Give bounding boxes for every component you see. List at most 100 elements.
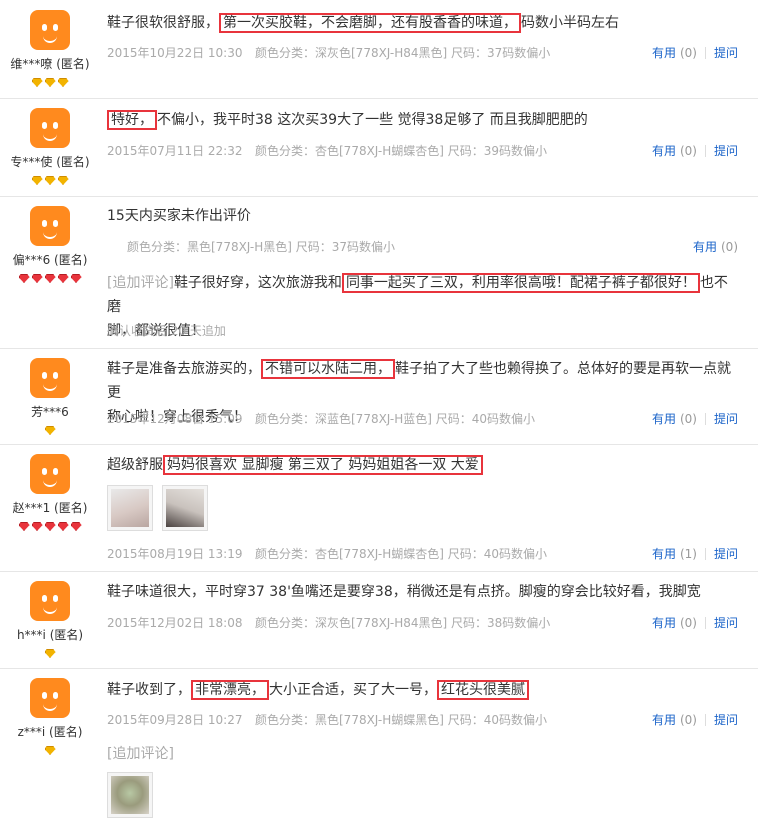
user-info: 专***使 (匿名)	[0, 108, 100, 185]
review-text: 超级舒服 妈妈很喜欢 显脚瘦 第三双了 妈妈姐姐各一双 大爱	[107, 453, 738, 477]
highlight-box: 不错可以水陆二用，	[261, 359, 395, 379]
helpful-button[interactable]: 有用	[652, 412, 676, 426]
red-diamond-icon	[31, 274, 43, 283]
helpful-count: (0)	[679, 46, 697, 60]
sku-info: 颜色分类：深蓝色[778XJ-H蓝色] 尺码：40码数偏小	[255, 412, 536, 426]
username: 赵***1 (匿名)	[12, 501, 88, 515]
helpful-actions: 有用 (0) 提问	[652, 142, 738, 159]
append-label: [追加评论]	[107, 275, 174, 291]
review-photo-thumbnail[interactable]	[107, 485, 153, 531]
level-badges	[0, 174, 100, 185]
review-item: h***i (匿名) 鞋子味道很大，平时穿37 38'鱼嘴还是要穿38，稍微还是…	[0, 571, 758, 669]
avatar[interactable]	[30, 206, 70, 246]
gold-diamond-icon	[44, 649, 56, 658]
append-note: 确认收货后 20 天追加	[107, 324, 226, 338]
helpful-button[interactable]: 有用	[693, 240, 717, 254]
gold-diamond-icon	[44, 176, 56, 185]
ask-button[interactable]: 提问	[714, 616, 738, 630]
sku-info: 颜色分类：杏色[778XJ-H蝴蝶杏色] 尺码：40码数偏小	[255, 547, 548, 561]
level-badges	[0, 424, 100, 435]
review-text: 鞋子很软很舒服， 第一次买胶鞋，不会磨脚，还有股香香的味道， 码数小半码左右	[107, 13, 619, 33]
red-diamond-icon	[57, 522, 69, 531]
helpful-button[interactable]: 有用	[652, 46, 676, 60]
sku-info: 颜色分类：黑色[778XJ-H黑色] 尺码：37码数偏小	[127, 240, 396, 254]
gold-diamond-icon	[44, 78, 56, 87]
avatar[interactable]	[30, 358, 70, 398]
review-date: 2015年08月19日 13:19	[107, 547, 243, 561]
red-diamond-icon	[18, 274, 30, 283]
user-info: 赵***1 (匿名)	[0, 454, 100, 531]
avatar[interactable]	[30, 10, 70, 50]
ask-button[interactable]: 提问	[714, 46, 738, 60]
level-badges	[0, 76, 100, 87]
sku-info: 颜色分类：深灰色[778XJ-H84黑色] 尺码：37码数偏小	[255, 46, 551, 60]
helpful-actions: 有用 (0) 提问	[652, 44, 738, 61]
red-diamond-icon	[57, 274, 69, 283]
helpful-actions: 有用 (0)	[693, 238, 738, 255]
review-date: 2015年12月02日 18:08	[107, 616, 243, 630]
ask-button[interactable]: 提问	[714, 713, 738, 727]
helpful-button[interactable]: 有用	[652, 144, 676, 158]
review-item: 专***使 (匿名) 特好， 不偏小，我平时38 这次买39大了一些 觉得38足够…	[0, 98, 758, 197]
review-date: 2015年10月22日 10:30	[107, 46, 243, 60]
review-date: 2015年12月08日 15:09	[107, 412, 243, 426]
ask-button[interactable]: 提问	[714, 144, 738, 158]
highlight-box: 妈妈很喜欢 显脚瘦 第三双了 妈妈姐姐各一双 大爱	[163, 455, 483, 475]
review-item: 偏***6 (匿名) 15天内买家未作出评价 颜色分类：黑色[778XJ-H黑色…	[0, 196, 758, 349]
gold-diamond-icon	[31, 176, 43, 185]
helpful-actions: 有用 (1) 提问	[652, 545, 738, 562]
helpful-count: (0)	[679, 412, 697, 426]
sku-info: 颜色分类：杏色[778XJ-H蝴蝶杏色] 尺码：39码数偏小	[255, 144, 548, 158]
sku-info: 颜色分类：深灰色[778XJ-H84黑色] 尺码：38码数偏小	[255, 616, 551, 630]
helpful-count: (0)	[679, 713, 697, 727]
helpful-actions: 有用 (0) 提问	[652, 614, 738, 631]
level-badges	[0, 647, 100, 658]
user-info: 维***嘹 (匿名)	[0, 10, 100, 87]
helpful-count: (0)	[721, 240, 738, 254]
ask-button[interactable]: 提问	[714, 412, 738, 426]
helpful-button[interactable]: 有用	[652, 547, 676, 561]
gold-diamond-icon	[44, 426, 56, 435]
red-diamond-icon	[18, 522, 30, 531]
review-text: 鞋子收到了， 非常漂亮， 大小正合适，买了大一号， 红花头很美腻	[107, 678, 738, 702]
avatar[interactable]	[30, 581, 70, 621]
review-date: 2015年09月28日 10:27	[107, 713, 243, 727]
review-text: 15天内买家未作出评价	[107, 208, 251, 224]
highlight-box: 同事一起买了三双，利用率很高哦！配裙子裤子都很好！	[341, 273, 700, 293]
username: h***i (匿名)	[16, 628, 84, 642]
highlight-box: 第一次买胶鞋，不会磨脚，还有股香香的味道，	[219, 13, 521, 33]
helpful-button[interactable]: 有用	[652, 616, 676, 630]
highlight-box: 红花头很美腻	[437, 680, 529, 700]
review-item: 维***嘹 (匿名) 鞋子很软很舒服， 第一次买胶鞋，不会磨脚，还有股香香的味道，…	[0, 0, 758, 99]
level-badges	[0, 272, 100, 283]
avatar[interactable]	[30, 108, 70, 148]
user-info: 芳***6	[0, 358, 100, 435]
avatar[interactable]	[30, 678, 70, 718]
helpful-count: (1)	[679, 547, 697, 561]
red-diamond-icon	[70, 274, 82, 283]
highlight-box: 非常漂亮，	[191, 680, 269, 700]
review-item: 赵***1 (匿名) 超级舒服 妈妈很喜欢 显脚瘦 第三双了 妈妈姐姐各一双 大爱…	[0, 444, 758, 572]
user-info: h***i (匿名)	[0, 581, 100, 658]
review-photo-thumbnail[interactable]	[162, 485, 208, 531]
helpful-button[interactable]: 有用	[652, 713, 676, 727]
review-photo-thumbnail[interactable]	[107, 772, 153, 818]
ask-button[interactable]: 提问	[714, 547, 738, 561]
gold-diamond-icon	[57, 176, 69, 185]
user-info: 偏***6 (匿名)	[0, 206, 100, 283]
red-diamond-icon	[70, 522, 82, 531]
gold-diamond-icon	[31, 78, 43, 87]
review-text: 鞋子味道很大，平时穿37 38'鱼嘴还是要穿38，稍微还是有点挤。脚瘦的穿会比较…	[107, 584, 701, 600]
sku-info: 颜色分类：黑色[778XJ-H蝴蝶黑色] 尺码：40码数偏小	[255, 713, 548, 727]
username: z***i (匿名)	[17, 725, 83, 739]
helpful-actions: 有用 (0) 提问	[652, 410, 738, 427]
review-text: 特好， 不偏小，我平时38 这次买39大了一些 觉得38足够了 而且我脚肥肥的	[107, 108, 738, 132]
level-badges	[0, 744, 100, 755]
helpful-actions: 有用 (0) 提问	[652, 711, 738, 728]
level-badges	[0, 520, 100, 531]
red-diamond-icon	[31, 522, 43, 531]
red-diamond-icon	[44, 522, 56, 531]
red-diamond-icon	[44, 274, 56, 283]
helpful-count: (0)	[679, 144, 697, 158]
avatar[interactable]	[30, 454, 70, 494]
